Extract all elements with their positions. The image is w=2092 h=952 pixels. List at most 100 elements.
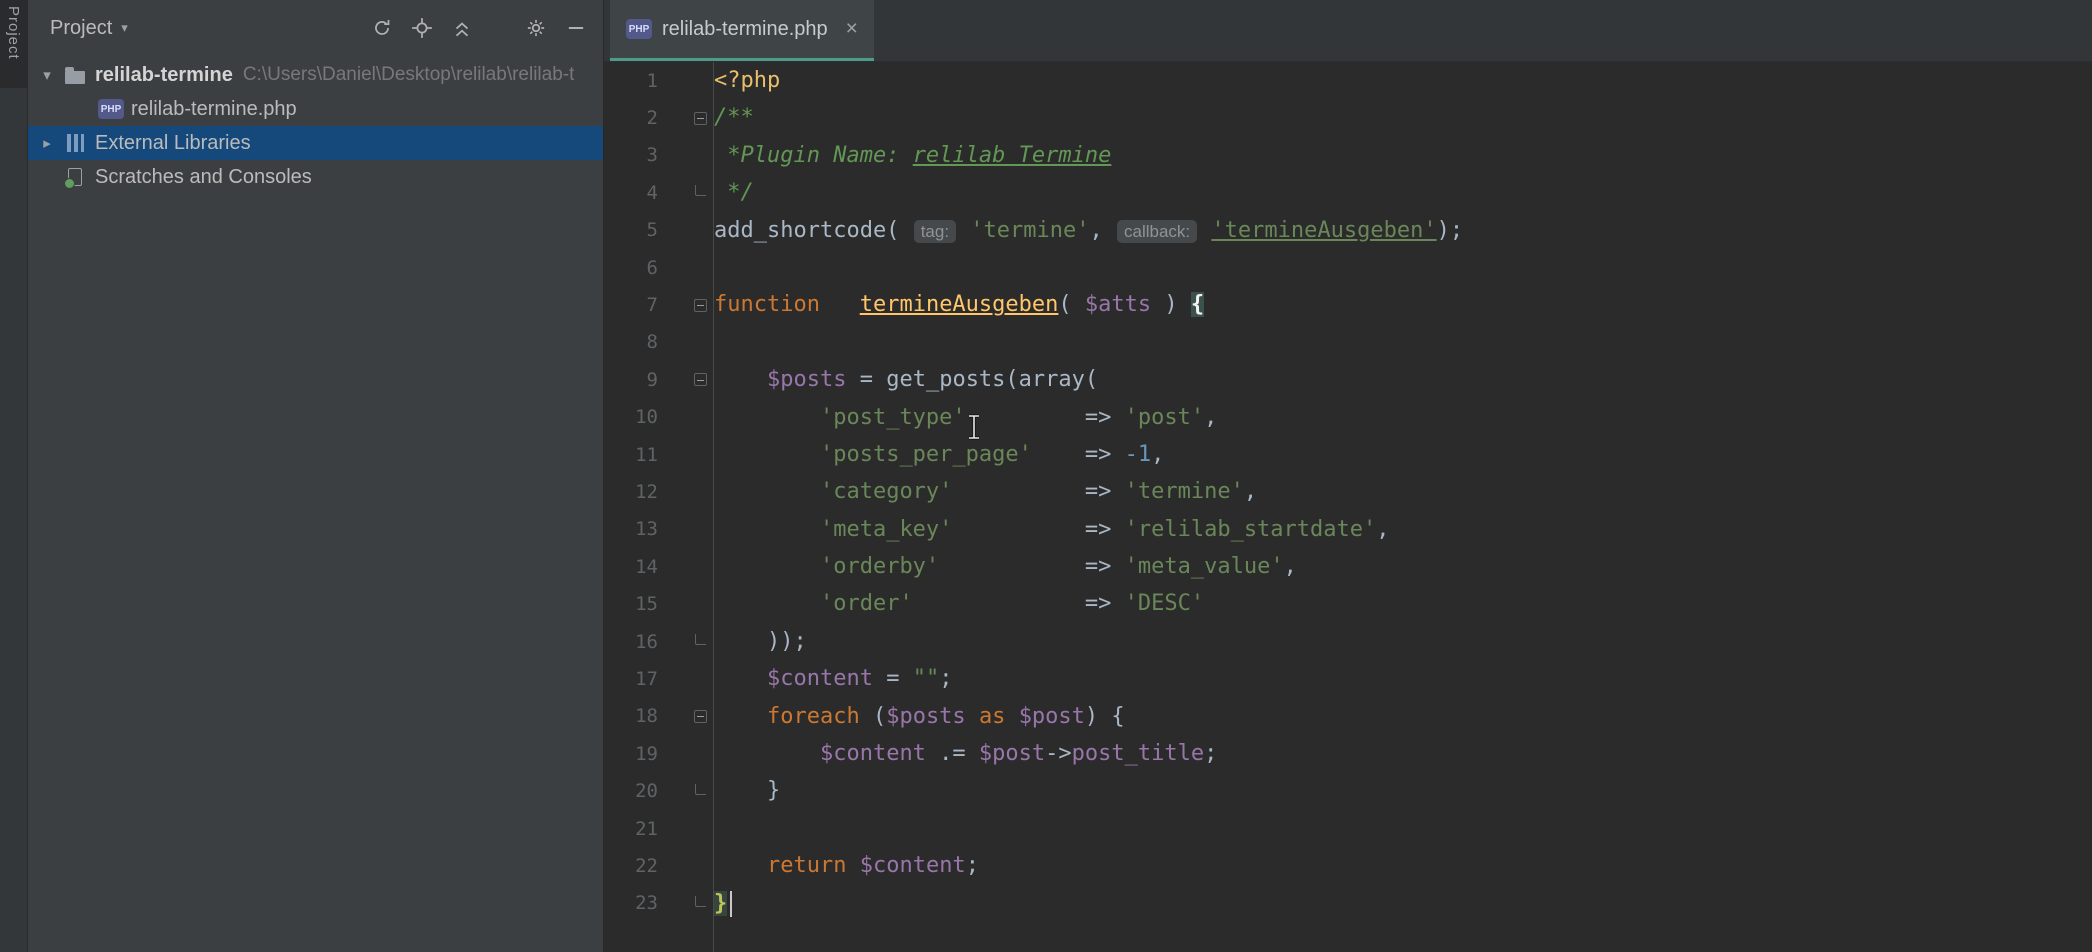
code-line-14[interactable]: 'orderby' => 'meta_value',: [714, 548, 2092, 585]
tree-chevron-down-icon[interactable]: ▾: [34, 66, 60, 84]
gutter-line-10[interactable]: 10: [604, 399, 713, 436]
code-line-9[interactable]: $posts = get_posts(array(: [714, 361, 2092, 398]
project-tool-window-label: Project: [5, 6, 22, 60]
gutter-line-3[interactable]: 3: [604, 137, 713, 174]
code-line-4[interactable]: */: [714, 174, 2092, 211]
code-line-13[interactable]: 'meta_key' => 'relilab_startdate',: [714, 511, 2092, 548]
gutter-line-7[interactable]: 7: [604, 286, 713, 323]
code-line-21[interactable]: [714, 810, 2092, 847]
code-line-22[interactable]: return $content;: [714, 847, 2092, 884]
line-number: 5: [604, 219, 658, 241]
gutter-line-5[interactable]: 5: [604, 212, 713, 249]
fold-marker-icon[interactable]: [694, 373, 707, 386]
line-number: 3: [604, 144, 658, 166]
code-area[interactable]: <?php/** *Plugin Name: relilab Termine *…: [714, 62, 2092, 952]
gutter-line-16[interactable]: 16: [604, 623, 713, 660]
gutter-line-14[interactable]: 14: [604, 548, 713, 585]
fold-marker-icon[interactable]: [694, 299, 707, 312]
fold-spacer: [694, 261, 707, 274]
editor-tab-relilab-termine-php[interactable]: PHP relilab-termine.php ×: [610, 0, 874, 61]
gutter-line-17[interactable]: 17: [604, 660, 713, 697]
gutter-line-8[interactable]: 8: [604, 324, 713, 361]
refresh-icon[interactable]: [371, 17, 393, 39]
project-panel-toolbar: [371, 17, 587, 39]
code-line-20[interactable]: }: [714, 772, 2092, 809]
line-number: 17: [604, 668, 658, 690]
hide-panel-icon[interactable]: [565, 17, 587, 39]
gutter-line-6[interactable]: 6: [604, 249, 713, 286]
line-number: 15: [604, 593, 658, 615]
gutter-line-1[interactable]: 1: [604, 62, 713, 99]
gutter-line-20[interactable]: 20: [604, 772, 713, 809]
gutter-line-23[interactable]: 23: [604, 885, 713, 922]
fold-spacer: [694, 859, 707, 872]
gutter-line-18[interactable]: 18: [604, 698, 713, 735]
code-line-7[interactable]: function termineAusgeben( $atts ) {: [714, 286, 2092, 323]
code-line-16[interactable]: ));: [714, 623, 2092, 660]
code-line-11[interactable]: 'posts_per_page' => -1,: [714, 436, 2092, 473]
ide-window: Project Project ▾ ▾relilab-termineC:\Use…: [0, 0, 2092, 952]
gutter-line-13[interactable]: 13: [604, 511, 713, 548]
tree-item-relilab-termine-php[interactable]: PHPrelilab-termine.php: [28, 92, 603, 126]
code-line-3[interactable]: *Plugin Name: relilab Termine: [714, 137, 2092, 174]
tab-close-icon[interactable]: ×: [846, 17, 858, 41]
code-line-23[interactable]: }: [714, 885, 2092, 922]
line-number: 16: [604, 631, 658, 653]
code-line-2[interactable]: /**: [714, 99, 2092, 136]
tree-chevron-right-icon[interactable]: ▸: [34, 134, 60, 152]
project-tool-window-button[interactable]: Project: [0, 0, 27, 88]
fold-spacer: [694, 560, 707, 573]
code-line-17[interactable]: $content = "";: [714, 660, 2092, 697]
tree-item-scratches-and-consoles[interactable]: Scratches and Consoles: [28, 160, 603, 194]
code-line-12[interactable]: 'category' => 'termine',: [714, 473, 2092, 510]
editor-area: PHP relilab-termine.php × 12345678910111…: [603, 0, 2092, 952]
left-tool-stripe: Project: [0, 0, 28, 952]
settings-gear-icon[interactable]: [525, 17, 547, 39]
gutter-line-22[interactable]: 22: [604, 847, 713, 884]
gutter-line-21[interactable]: 21: [604, 810, 713, 847]
gutter-line-2[interactable]: 2: [604, 99, 713, 136]
gutter-line-4[interactable]: 4: [604, 174, 713, 211]
fold-spacer: [694, 598, 707, 611]
line-number: 14: [604, 556, 658, 578]
code-line-6[interactable]: [714, 249, 2092, 286]
line-number: 22: [604, 855, 658, 877]
gutter-line-15[interactable]: 15: [604, 585, 713, 622]
tree-item-relilab-termine-root[interactable]: ▾relilab-termineC:\Users\Daniel\Desktop\…: [28, 58, 603, 92]
code-line-10[interactable]: 'post_type' => 'post',: [714, 399, 2092, 436]
collapse-all-icon[interactable]: [451, 17, 473, 39]
fold-marker-icon[interactable]: [694, 112, 707, 125]
project-panel-title[interactable]: Project: [50, 17, 112, 40]
code-line-19[interactable]: $content .= $post->post_title;: [714, 735, 2092, 772]
fold-spacer: [694, 224, 707, 237]
fold-spacer: [694, 822, 707, 835]
fold-marker-icon[interactable]: [694, 710, 707, 723]
code-line-8[interactable]: [714, 324, 2092, 361]
line-number: 6: [604, 257, 658, 279]
gutter-line-11[interactable]: 11: [604, 436, 713, 473]
tree-item-label: Scratches and Consoles: [95, 166, 312, 189]
fold-marker-icon[interactable]: [695, 185, 706, 196]
line-number: 2: [604, 107, 658, 129]
fold-spacer: [694, 523, 707, 536]
editor-gutter: 1234567891011121314151617181920212223: [604, 62, 714, 952]
gutter-line-12[interactable]: 12: [604, 473, 713, 510]
fold-marker-icon[interactable]: [695, 634, 706, 645]
fold-marker-icon[interactable]: [695, 896, 706, 907]
folder-icon: [60, 67, 90, 84]
text-caret: [730, 891, 732, 917]
code-editor[interactable]: 1234567891011121314151617181920212223 <?…: [604, 62, 2092, 952]
code-line-1[interactable]: <?php: [714, 62, 2092, 99]
fold-marker-icon[interactable]: [695, 784, 706, 795]
gutter-line-19[interactable]: 19: [604, 735, 713, 772]
line-number: 10: [604, 406, 658, 428]
code-line-15[interactable]: 'order' => 'DESC': [714, 585, 2092, 622]
line-number: 9: [604, 369, 658, 391]
code-line-18[interactable]: foreach ($posts as $post) {: [714, 698, 2092, 735]
code-line-5[interactable]: add_shortcode( tag: 'termine', callback:…: [714, 212, 2092, 249]
select-opened-file-icon[interactable]: [411, 17, 433, 39]
gutter-line-9[interactable]: 9: [604, 361, 713, 398]
fold-spacer: [694, 485, 707, 498]
editor-tab-label: relilab-termine.php: [662, 18, 828, 41]
tree-item-external-libraries[interactable]: ▸External Libraries: [28, 126, 603, 160]
